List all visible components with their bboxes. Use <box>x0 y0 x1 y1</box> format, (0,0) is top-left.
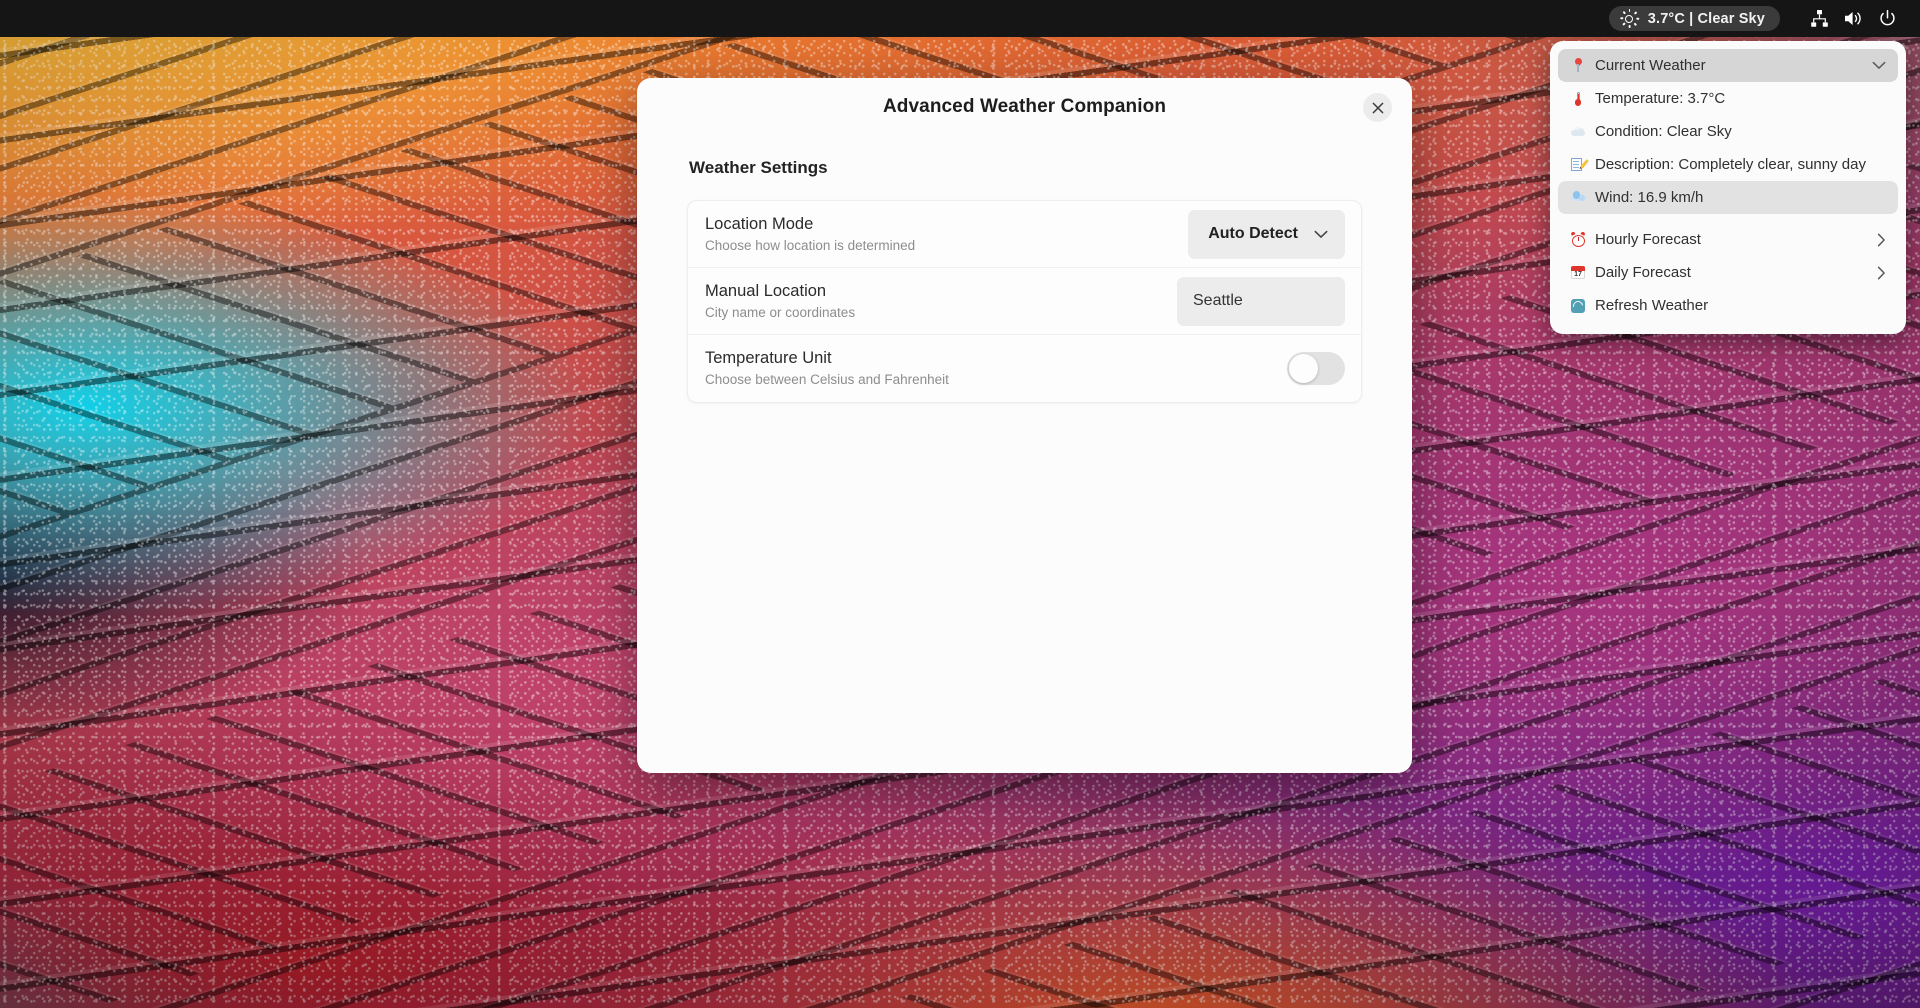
refresh-weather-item[interactable]: Refresh Weather <box>1558 289 1898 322</box>
weather-detail-wind[interactable]: Wind: 16.9 km/h <box>1558 181 1898 214</box>
setting-text-location-mode: Location Mode Choose how location is det… <box>705 214 1188 255</box>
weather-detail-temperature-label: Temperature: 3.7°C <box>1595 90 1726 107</box>
refresh-icon <box>1570 298 1586 313</box>
setting-row-location-mode: Location Mode Choose how location is det… <box>688 201 1361 268</box>
temperature-unit-toggle[interactable] <box>1287 352 1345 385</box>
weather-detail-condition[interactable]: Condition: Clear Sky <box>1558 115 1898 148</box>
setting-control-temperature-unit <box>1287 352 1345 385</box>
daily-forecast-label: Daily Forecast <box>1595 264 1691 281</box>
setting-text-manual-location: Manual Location City name or coordinates <box>705 281 1177 322</box>
setting-label-location-mode: Location Mode <box>705 214 814 233</box>
weather-detail-condition-label: Condition: Clear Sky <box>1595 123 1732 140</box>
chevron-down-icon <box>1872 61 1886 70</box>
alarm-clock-icon <box>1570 231 1586 247</box>
hourly-forecast-label: Hourly Forecast <box>1595 231 1701 248</box>
setting-description-location-mode: Choose how location is determined <box>705 237 916 253</box>
weather-panel-header[interactable]: Current Weather <box>1558 49 1898 82</box>
sun-icon <box>1620 9 1640 28</box>
weather-detail-description-label: Description: Completely clear, sunny day <box>1595 156 1866 173</box>
advanced-weather-companion-dialog: Advanced Weather Companion Weather Setti… <box>637 78 1412 773</box>
chevron-right-icon <box>1877 233 1886 247</box>
toggle-knob <box>1289 354 1318 383</box>
setting-row-temperature-unit: Temperature Unit Choose between Celsius … <box>688 335 1361 402</box>
weather-detail-temperature[interactable]: Temperature: 3.7°C <box>1558 82 1898 115</box>
wind-icon <box>1570 190 1586 205</box>
close-icon <box>1372 102 1383 113</box>
section-title: Weather Settings <box>689 158 828 177</box>
memo-icon <box>1570 157 1590 172</box>
location-mode-value: Auto Detect <box>1208 225 1298 242</box>
settings-card: Location Mode Choose how location is det… <box>687 200 1362 403</box>
power-icon[interactable] <box>1870 0 1904 37</box>
daily-forecast-item[interactable]: 17 Daily Forecast <box>1558 256 1898 289</box>
setting-label-manual-location: Manual Location <box>705 281 827 300</box>
panel-divider-space <box>1558 214 1898 223</box>
weather-detail-description[interactable]: Description: Completely clear, sunny day <box>1558 148 1898 181</box>
location-pin-icon <box>1570 56 1586 73</box>
dialog-body: Weather Settings Location Mode Choose ho… <box>637 158 1412 403</box>
network-icon[interactable] <box>1802 0 1836 37</box>
dialog-header: Advanced Weather Companion <box>637 78 1412 136</box>
hourly-forecast-item[interactable]: Hourly Forecast <box>1558 223 1898 256</box>
weather-indicator-button[interactable]: 3.7°C | Clear Sky <box>1608 6 1780 31</box>
setting-control-location-mode: Auto Detect <box>1188 209 1345 259</box>
close-button[interactable] <box>1363 93 1392 122</box>
calendar-icon: 17 <box>1570 265 1586 280</box>
setting-row-manual-location: Manual Location City name or coordinates <box>688 268 1361 335</box>
location-mode-dropdown[interactable]: Auto Detect <box>1188 209 1345 259</box>
weather-dropdown-panel: Current Weather Temperature: 3.7°C Condi… <box>1550 41 1906 334</box>
setting-label-temperature-unit: Temperature Unit <box>705 349 832 367</box>
dialog-title: Advanced Weather Companion <box>882 96 1167 117</box>
volume-icon[interactable] <box>1836 0 1870 37</box>
top-bar-right-cluster: 3.7°C | Clear Sky <box>1608 0 1920 37</box>
system-top-bar: 3.7°C | Clear Sky <box>0 0 1920 37</box>
setting-description-manual-location: City name or coordinates <box>705 304 856 320</box>
weather-detail-wind-label: Wind: 16.9 km/h <box>1595 189 1704 206</box>
thermometer-icon <box>1570 91 1586 106</box>
setting-text-temperature-unit: Temperature Unit Choose between Celsius … <box>705 348 1287 389</box>
setting-description-temperature-unit: Choose between Celsius and Fahrenheit <box>705 372 949 388</box>
weather-indicator-label: 3.7°C | Clear Sky <box>1647 10 1765 27</box>
refresh-weather-label: Refresh Weather <box>1595 297 1709 314</box>
chevron-right-icon <box>1877 266 1886 280</box>
manual-location-input[interactable] <box>1177 276 1345 326</box>
setting-control-manual-location <box>1177 276 1345 326</box>
chevron-down-icon <box>1314 230 1328 239</box>
weather-panel-header-label: Current Weather <box>1595 57 1706 74</box>
cloud-icon <box>1570 124 1586 139</box>
